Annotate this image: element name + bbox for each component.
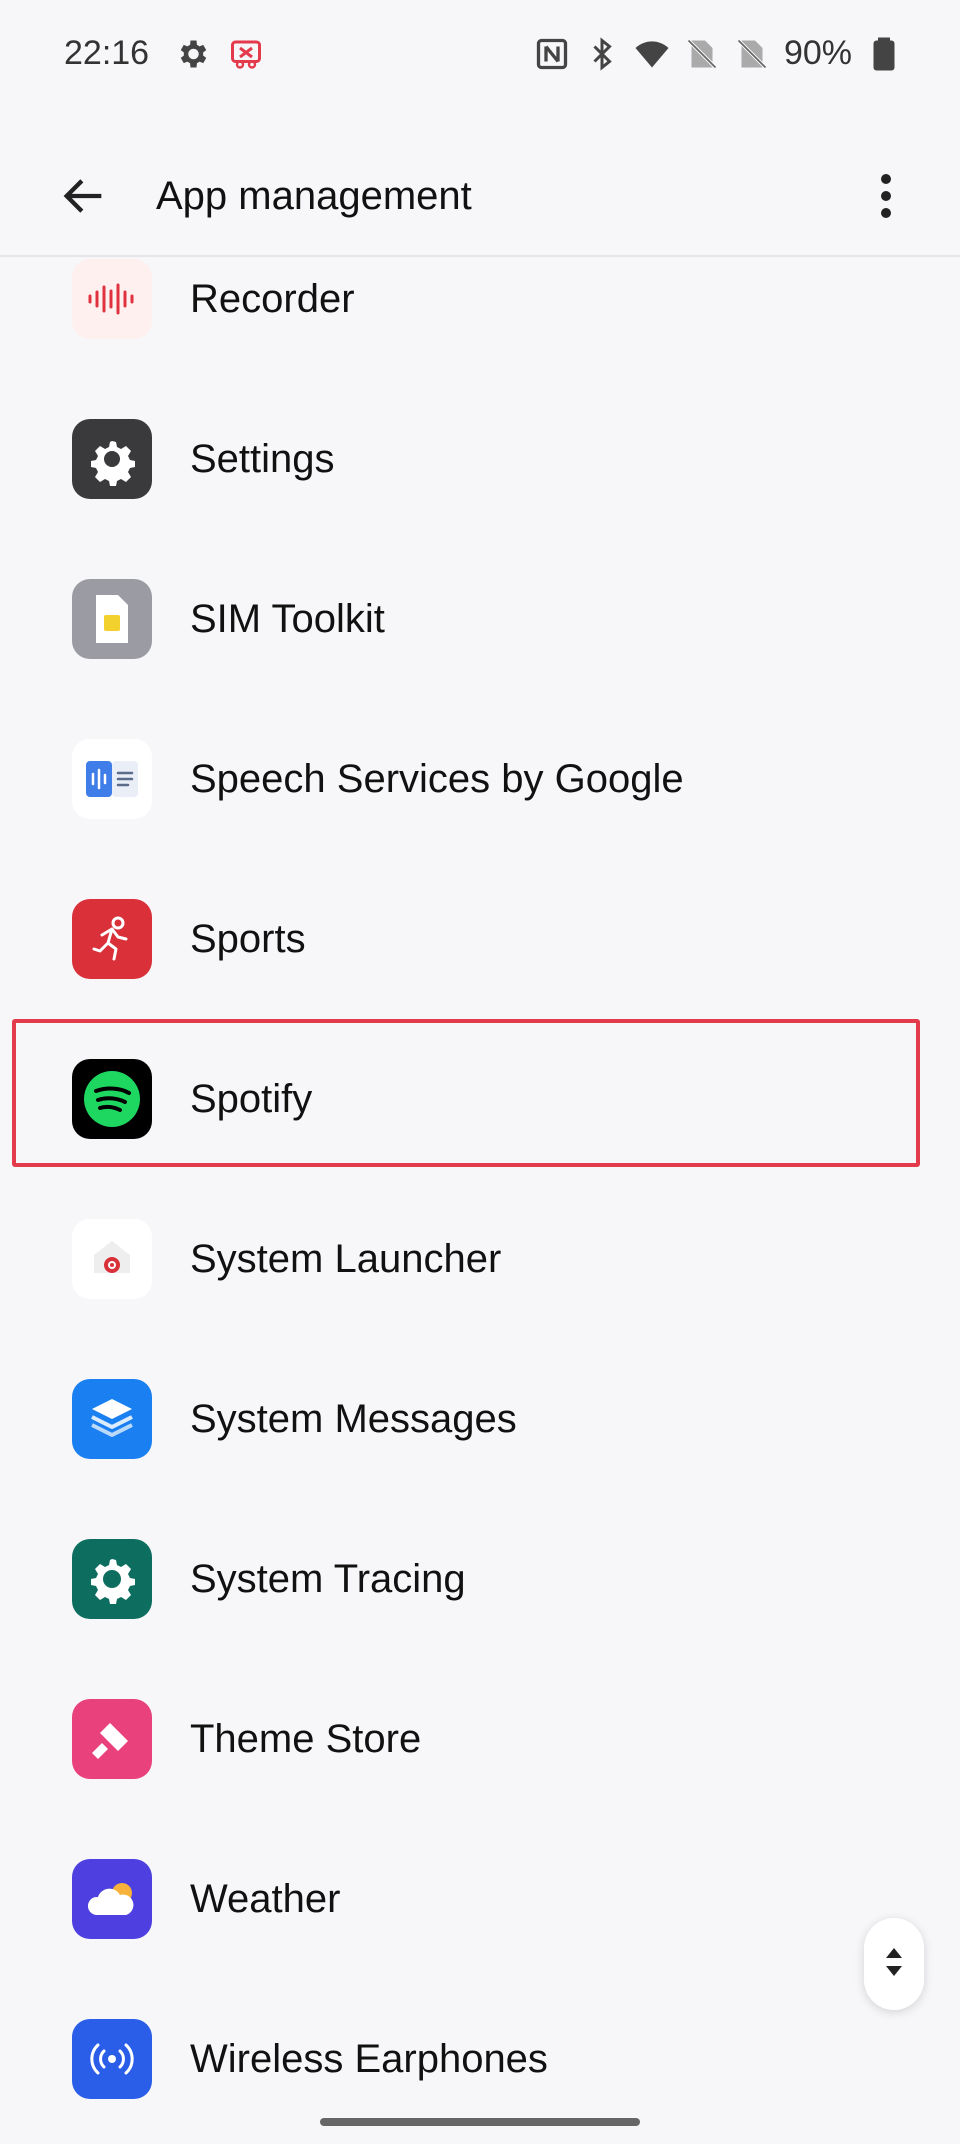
selection-highlight xyxy=(12,1019,920,1167)
sort-arrows-icon xyxy=(882,1942,906,1987)
speech-services-icon xyxy=(72,739,152,819)
app-row-sim-toolkit[interactable]: SIM Toolkit xyxy=(0,539,960,699)
no-sim-icon xyxy=(734,36,770,72)
system-tracing-icon xyxy=(72,1539,152,1619)
app-row-system-tracing[interactable]: System Tracing xyxy=(0,1499,960,1659)
app-label: Recorder xyxy=(190,277,355,321)
recorder-icon xyxy=(72,259,152,339)
battery-icon xyxy=(866,36,902,72)
more-vertical-icon xyxy=(879,172,893,225)
system-launcher-icon xyxy=(72,1219,152,1299)
sim-toolkit-icon xyxy=(72,579,152,659)
sports-icon xyxy=(72,899,152,979)
arrow-left-icon xyxy=(58,170,110,227)
app-row-sports[interactable]: Sports xyxy=(0,859,960,1019)
app-label: System Messages xyxy=(190,1397,517,1441)
app-label: Wireless Earphones xyxy=(190,2037,548,2081)
app-row-speech-services[interactable]: Speech Services by Google xyxy=(0,699,960,859)
fast-scroll-handle[interactable] xyxy=(864,1918,924,2010)
screen-record-icon xyxy=(228,36,264,72)
home-indicator[interactable] xyxy=(320,2118,640,2126)
app-label: Sports xyxy=(190,917,306,961)
settings-icon xyxy=(72,419,152,499)
app-row-theme-store[interactable]: Theme Store xyxy=(0,1659,960,1819)
app-row-system-messages[interactable]: System Messages xyxy=(0,1339,960,1499)
app-row-system-launcher[interactable]: System Launcher xyxy=(0,1179,960,1339)
bluetooth-icon xyxy=(584,36,620,72)
app-label: Theme Store xyxy=(190,1717,422,1761)
app-label: Speech Services by Google xyxy=(190,757,684,801)
nfc-icon xyxy=(534,36,570,72)
weather-icon xyxy=(72,1859,152,1939)
system-messages-icon xyxy=(72,1379,152,1459)
app-label: Weather xyxy=(190,1877,341,1921)
app-row-recorder[interactable]: Recorder xyxy=(0,219,960,379)
app-label: System Launcher xyxy=(190,1237,502,1281)
battery-percent: 90% xyxy=(783,34,852,72)
app-row-weather[interactable]: Weather xyxy=(0,1819,960,1979)
app-label: SIM Toolkit xyxy=(190,597,385,641)
wireless-earphones-icon xyxy=(72,2019,152,2099)
status-time: 22:16 xyxy=(64,34,150,72)
wifi-icon xyxy=(634,36,670,72)
app-row-settings[interactable]: Settings xyxy=(0,379,960,539)
gear-icon xyxy=(174,36,210,72)
app-label: Settings xyxy=(190,437,335,481)
app-label: System Tracing xyxy=(190,1557,466,1601)
app-row-wireless-earphones[interactable]: Wireless Earphones xyxy=(0,1979,960,2139)
status-bar: 22:16 90% xyxy=(0,0,960,110)
theme-store-icon xyxy=(72,1699,152,1779)
no-sim-icon xyxy=(684,36,720,72)
